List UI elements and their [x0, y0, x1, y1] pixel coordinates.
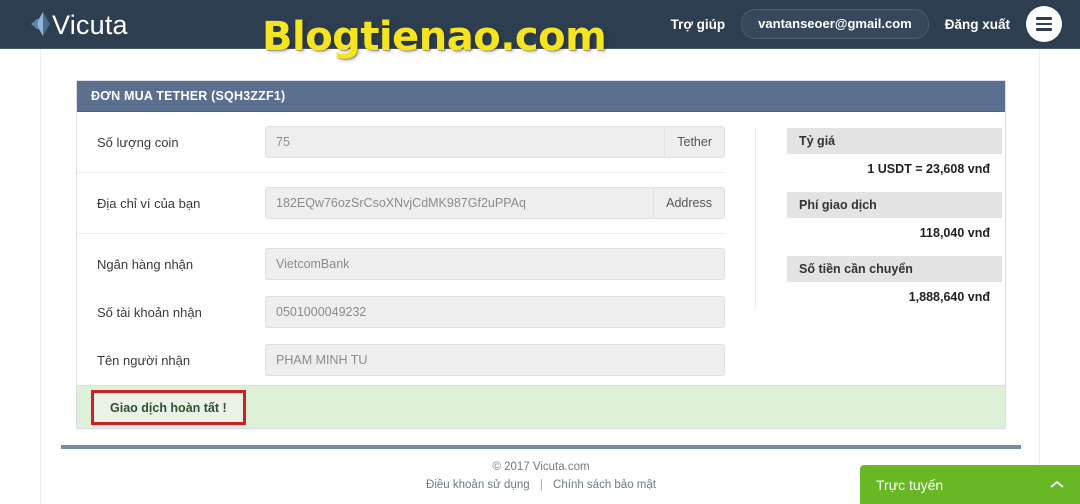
transaction-complete-button[interactable]: Giao dịch hoàn tất ! — [91, 390, 246, 425]
recipient-name-input-group[interactable]: PHAM MINH TU — [265, 344, 725, 376]
summary-value-fee: 118,040 vnđ — [919, 226, 990, 240]
summary-value-rate: 1 USDT = 23,608 vnđ — [867, 162, 990, 176]
menu-line — [1036, 17, 1052, 20]
bank-name-input-group[interactable]: VietcomBank — [265, 248, 725, 280]
order-summary: Tỷ giá 1 USDT = 23,608 vnđ Phí giao dịch… — [787, 112, 1002, 320]
account-number-input[interactable]: 0501000049232 — [265, 296, 725, 328]
live-chat-widget[interactable]: Trực tuyến — [860, 465, 1080, 504]
brand-name: Vicuta — [52, 9, 128, 40]
form-row-coin-amount: Số lượng coin 75 Tether — [77, 112, 725, 173]
page-container: ĐƠN MUA TETHER (SQH3ZZF1) Số lượng coin … — [40, 49, 1040, 504]
summary-block-total: Số tiền cần chuyển 1,888,640 vnđ — [787, 256, 1002, 312]
wallet-address-input[interactable]: 182EQw76ozSrCsoXNvjCdMK987Gf2uPPAq — [265, 187, 655, 219]
form-row-wallet-address: Địa chỉ ví của bạn 182EQw76ozSrCsoXNvjCd… — [77, 173, 725, 234]
brand-logo[interactable]: Vicuta — [30, 9, 136, 39]
label-wallet-address: Địa chỉ ví của bạn — [97, 195, 201, 211]
summary-block-fee: Phí giao dịch 118,040 vnđ — [787, 192, 1002, 248]
live-chat-label: Trực tuyến — [876, 476, 944, 493]
transaction-status-bar: Giao dịch hoàn tất ! — [77, 385, 1005, 428]
chevron-up-icon[interactable] — [1050, 477, 1064, 492]
watermark-text: Blogtienao.com — [262, 14, 607, 60]
user-email-badge[interactable]: vantanseoer@gmail.com — [741, 9, 929, 39]
terms-link[interactable]: Điều khoản sử dụng — [426, 479, 530, 491]
recipient-name-input[interactable]: PHAM MINH TU — [265, 344, 725, 376]
column-divider — [755, 128, 756, 308]
privacy-link[interactable]: Chính sách bảo mật — [553, 479, 656, 491]
summary-title-total: Số tiền cần chuyển — [787, 256, 1002, 282]
help-link[interactable]: Trợ giúp — [671, 17, 726, 32]
account-number-input-group[interactable]: 0501000049232 — [265, 296, 725, 328]
form-row-account-number: Số tài khoản nhận 0501000049232 — [77, 294, 725, 330]
footer-separator: | — [539, 479, 543, 491]
page-title: ĐƠN MUA TETHER (SQH3ZZF1) — [91, 89, 286, 103]
panel-body: Số lượng coin 75 Tether Địa chỉ ví của b… — [77, 112, 1005, 385]
form-row-bank-name: Ngân hàng nhận VietcomBank — [77, 246, 725, 282]
wallet-address-addon: Address — [654, 187, 725, 219]
coin-amount-addon: Tether — [665, 126, 725, 158]
hamburger-menu-icon[interactable] — [1026, 6, 1062, 42]
header-actions: Trợ giúp vantanseoer@gmail.com Đăng xuất — [671, 6, 1062, 42]
menu-line — [1036, 22, 1052, 26]
bank-name-input[interactable]: VietcomBank — [265, 248, 725, 280]
summary-value-total: 1,888,640 vnđ — [908, 290, 990, 304]
summary-title-rate: Tỷ giá — [787, 128, 1002, 154]
form-row-recipient-name: Tên người nhận PHAM MINH TU — [77, 342, 725, 378]
wallet-address-input-group[interactable]: 182EQw76ozSrCsoXNvjCdMK987Gf2uPPAq Addre… — [265, 187, 725, 219]
footer-divider — [61, 445, 1021, 449]
menu-line — [1036, 28, 1052, 31]
label-coin-amount: Số lượng coin — [97, 134, 179, 150]
label-bank-name: Ngân hàng nhận — [97, 256, 194, 272]
summary-title-fee: Phí giao dịch — [787, 192, 1002, 218]
coin-amount-input[interactable]: 75 — [265, 126, 666, 158]
order-panel: ĐƠN MUA TETHER (SQH3ZZF1) Số lượng coin … — [76, 80, 1006, 429]
summary-block-rate: Tỷ giá 1 USDT = 23,608 vnđ — [787, 128, 1002, 184]
order-form: Số lượng coin 75 Tether Địa chỉ ví của b… — [77, 112, 725, 385]
label-recipient-name: Tên người nhận — [97, 352, 191, 368]
coin-amount-input-group[interactable]: 75 Tether — [265, 126, 725, 158]
panel-header: ĐƠN MUA TETHER (SQH3ZZF1) — [77, 81, 1005, 112]
bank-details-group: Ngân hàng nhận VietcomBank Số tài khoản … — [77, 234, 725, 378]
logout-link[interactable]: Đăng xuất — [945, 17, 1010, 32]
label-account-number: Số tài khoản nhận — [97, 304, 202, 320]
